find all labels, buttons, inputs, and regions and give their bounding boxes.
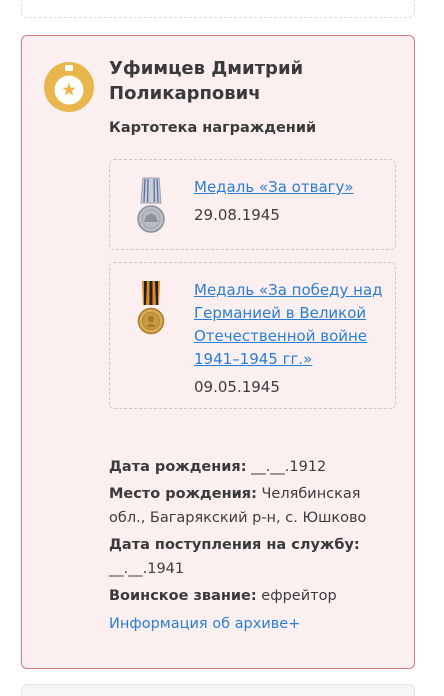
birth-date-label: Дата рождения:: [109, 459, 247, 475]
service-start-value: __.__.1941: [109, 561, 185, 577]
person-details: Дата рождения: __.__.1912 Место рождения…: [109, 455, 399, 637]
birth-place-label: Место рождения:: [109, 485, 257, 502]
award-title-link[interactable]: Медаль «За победу над Германией в Велико…: [194, 279, 386, 371]
award-title-link[interactable]: Медаль «За отвагу»: [194, 176, 386, 199]
birth-date-value: __.__.1912: [251, 459, 327, 475]
rank-label: Воинское звание:: [109, 587, 257, 604]
award-item: Медаль «За отвагу» 29.08.1945: [109, 159, 396, 250]
medal-for-courage-icon: [137, 177, 165, 233]
previous-card: [21, 0, 415, 18]
birth-date-row: Дата рождения: __.__.1912: [109, 455, 399, 480]
rank-row: Воинское звание: ефрейтор: [109, 584, 399, 609]
award-date: 29.08.1945: [194, 206, 280, 224]
rank-value: ефрейтор: [261, 587, 337, 604]
awards-section-title: Картотека награждений: [109, 120, 317, 136]
person-name: Уфимцев Дмитрий Поликарпович: [109, 58, 304, 104]
birth-place-row: Место рождения: Челябинская обл., Багаря…: [109, 482, 399, 531]
service-start-row: Дата поступления на службу: __.__.1941: [109, 533, 399, 582]
service-start-label: Дата поступления на службу:: [109, 536, 360, 553]
next-card: [21, 684, 415, 696]
award-item: Медаль «За победу над Германией в Велико…: [109, 262, 396, 409]
archive-info-link[interactable]: Информация об архиве+: [109, 612, 300, 637]
person-card: Уфимцев Дмитрий Поликарпович Картотека н…: [21, 35, 415, 669]
award-badge-icon: [44, 62, 94, 112]
medal-victory-over-germany-icon: [137, 281, 165, 335]
award-date: 09.05.1945: [194, 378, 280, 396]
